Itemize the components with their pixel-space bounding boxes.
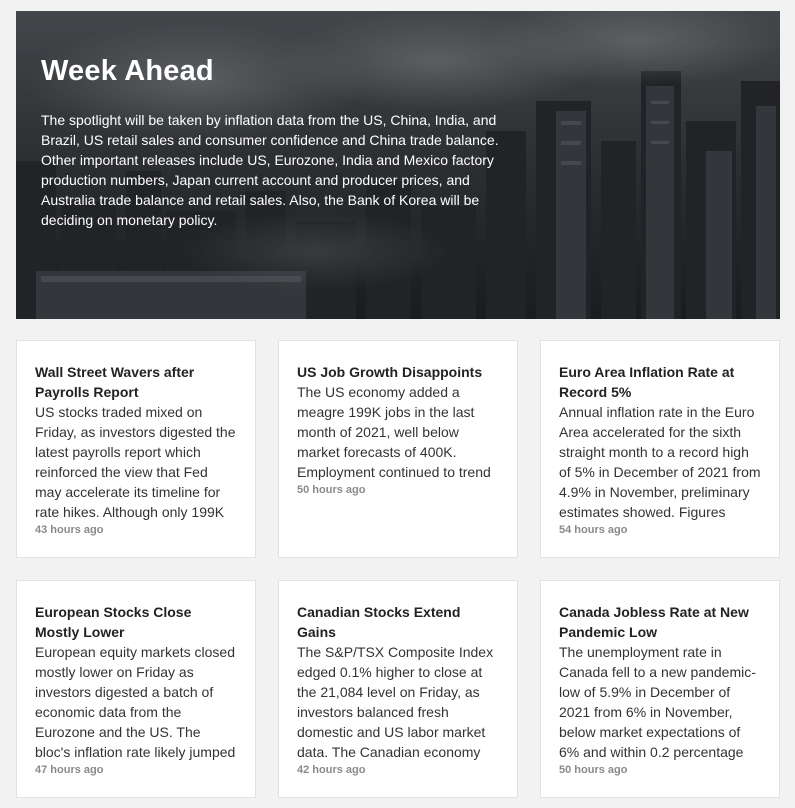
news-card[interactable]: European Stocks Close Mostly Lower Europ…	[16, 580, 256, 798]
news-card-timestamp: 43 hours ago	[35, 524, 104, 536]
news-card[interactable]: Canada Jobless Rate at New Pandemic Low …	[540, 580, 780, 798]
news-card-title[interactable]: Wall Street Wavers after Payrolls Report	[35, 362, 237, 402]
news-card-title[interactable]: Canadian Stocks Extend Gains	[297, 602, 499, 642]
week-ahead-banner[interactable]: Week Ahead The spotlight will be taken b…	[16, 11, 780, 319]
news-card-summary: The unemployment rate in Canada fell to …	[559, 644, 756, 760]
news-card-title[interactable]: Canada Jobless Rate at New Pandemic Low	[559, 602, 761, 642]
news-card[interactable]: Euro Area Inflation Rate at Record 5% An…	[540, 340, 780, 558]
news-card-timestamp: 42 hours ago	[297, 764, 366, 776]
news-card-timestamp: 50 hours ago	[297, 484, 366, 496]
news-card-timestamp: 54 hours ago	[559, 524, 628, 536]
news-card-summary: US stocks traded mixed on Friday, as inv…	[35, 404, 236, 520]
news-card-summary: The US economy added a meagre 199K jobs …	[297, 384, 491, 480]
news-card-summary: The S&P/TSX Composite Index edged 0.1% h…	[297, 644, 494, 760]
news-card-timestamp: 50 hours ago	[559, 764, 628, 776]
news-card[interactable]: Wall Street Wavers after Payrolls Report…	[16, 340, 256, 558]
news-card-title[interactable]: European Stocks Close Mostly Lower	[35, 602, 237, 642]
news-card[interactable]: US Job Growth Disappoints The US economy…	[278, 340, 518, 558]
banner-title: Week Ahead	[41, 55, 214, 87]
news-card-summary: European equity markets closed mostly lo…	[35, 644, 236, 760]
news-card-summary: Annual inflation rate in the Euro Area a…	[559, 404, 761, 520]
banner-description: The spotlight will be taken by inflation…	[41, 112, 499, 228]
news-card-title[interactable]: US Job Growth Disappoints	[297, 362, 499, 382]
news-card-title[interactable]: Euro Area Inflation Rate at Record 5%	[559, 362, 761, 402]
news-card[interactable]: Canadian Stocks Extend Gains The S&P/TSX…	[278, 580, 518, 798]
news-card-timestamp: 47 hours ago	[35, 764, 104, 776]
